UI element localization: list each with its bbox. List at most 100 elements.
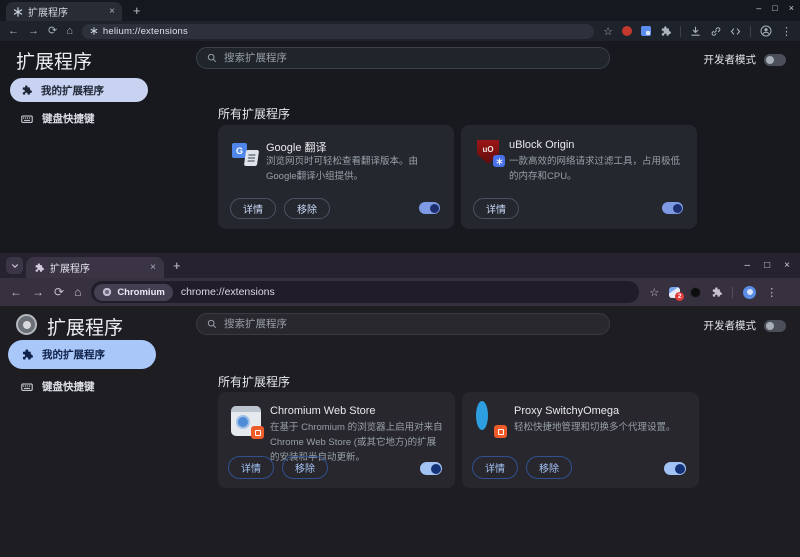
- minimize-button[interactable]: –: [756, 3, 761, 13]
- reload-icon[interactable]: ⟳: [48, 25, 57, 37]
- extensions-card-list: Chromium Web Store 在基于 Chromium 的浏览器上启用对…: [218, 392, 699, 488]
- developer-mode-label: 开发者模式: [703, 320, 757, 332]
- sidebar-item-label: 键盘快捷键: [42, 381, 95, 393]
- ublock-extension-icon[interactable]: [622, 26, 633, 36]
- menu-kebab-icon[interactable]: ⋮: [766, 286, 777, 299]
- maximize-button[interactable]: □: [772, 3, 777, 13]
- maximize-button[interactable]: □: [764, 260, 770, 271]
- sidebar-item-keyboard-shortcuts[interactable]: 键盘快捷键: [21, 379, 95, 394]
- sidebar-item-my-extensions[interactable]: 我的扩展程序: [10, 78, 148, 102]
- keyboard-icon: [21, 381, 33, 393]
- extension-description: 浏览网页时可轻松查看翻译版本。由Google翻译小组提供。: [266, 156, 419, 183]
- chromium-browser-window: 扩展程序 × + – □ × ← → ⟳ ⌂ Chromium chrome:/…: [0, 253, 800, 557]
- new-tab-button[interactable]: +: [133, 3, 141, 18]
- card-actions: 详情: [473, 198, 519, 219]
- puzzle-favicon-icon: [34, 262, 44, 273]
- toolbar-divider: [732, 286, 734, 298]
- remove-button[interactable]: 移除: [282, 456, 328, 479]
- sidebar-item-my-extensions[interactable]: 我的扩展程序: [8, 340, 156, 369]
- tab-title: 扩展程序: [28, 8, 68, 19]
- tab-search-chevron-icon[interactable]: [6, 257, 23, 274]
- extensions-search[interactable]: [196, 47, 610, 69]
- puzzle-icon: [21, 84, 32, 96]
- link-icon[interactable]: [710, 26, 721, 37]
- code-icon[interactable]: [730, 26, 741, 37]
- address-bar[interactable]: helium://extensions: [81, 23, 595, 39]
- extensions-puzzle-icon[interactable]: [711, 286, 723, 298]
- helium-tabstrip: 扩展程序 × + – □ ×: [0, 0, 800, 21]
- search-input[interactable]: [224, 52, 599, 64]
- new-tab-button[interactable]: +: [173, 258, 181, 273]
- chromium-site-chip[interactable]: Chromium: [94, 283, 173, 301]
- chromium-tabstrip: 扩展程序 × + – □ ×: [0, 253, 800, 278]
- download-icon[interactable]: [690, 26, 701, 37]
- minimize-button[interactable]: –: [745, 260, 751, 271]
- details-button[interactable]: 详情: [228, 456, 274, 479]
- tab-extensions[interactable]: 扩展程序 ×: [6, 2, 122, 21]
- extension-badge-count: 2: [675, 291, 685, 301]
- ublock-origin-icon: uO: [477, 140, 505, 167]
- home-icon[interactable]: ⌂: [66, 25, 73, 37]
- helium-favicon-icon: [13, 6, 23, 17]
- forward-icon[interactable]: →: [32, 286, 44, 298]
- section-title: 所有扩展程序: [218, 107, 291, 121]
- profile-icon[interactable]: [760, 25, 772, 37]
- puzzle-icon: [21, 348, 33, 361]
- search-icon: [207, 53, 217, 63]
- tab-close-icon[interactable]: ×: [109, 6, 115, 17]
- extensions-puzzle-icon[interactable]: [660, 25, 672, 37]
- update-badge-icon: [251, 426, 264, 439]
- reload-icon[interactable]: ⟳: [54, 286, 64, 298]
- screenshot-stage: 扩展程序 × + – □ × ← → ⟳ ⌂ helium://extensio…: [0, 0, 800, 557]
- remove-button[interactable]: 移除: [284, 198, 330, 219]
- sidebar-item-keyboard-shortcuts[interactable]: 键盘快捷键: [21, 111, 95, 126]
- developer-mode-toggle[interactable]: [764, 53, 786, 66]
- details-button[interactable]: 详情: [472, 456, 518, 479]
- window-controls: – □ ×: [756, 1, 794, 15]
- close-window-button[interactable]: ×: [784, 260, 790, 271]
- close-window-button[interactable]: ×: [789, 3, 794, 13]
- bookmark-star-icon[interactable]: ☆: [649, 286, 659, 299]
- extension-name: Proxy SwitchyOmega: [514, 405, 620, 417]
- remove-button[interactable]: 移除: [526, 456, 572, 479]
- home-icon[interactable]: ⌂: [74, 286, 81, 298]
- translate-extension-icon[interactable]: [641, 26, 652, 36]
- profile-avatar[interactable]: [743, 285, 757, 299]
- extension-card-proxy-switchyomega: Proxy SwitchyOmega 轻松快捷地管理和切换多个代理设置。 详情 …: [462, 392, 699, 488]
- extension-card-google-translate: G Google 翻译 浏览网页时可轻松查看翻译版本。由Google翻译小组提供…: [218, 125, 454, 229]
- extension-enabled-toggle[interactable]: [419, 202, 440, 214]
- update-badge-icon: [494, 425, 507, 438]
- bookmark-star-icon[interactable]: ☆: [603, 25, 613, 38]
- helium-site-icon: [90, 27, 98, 35]
- helium-extensions-page: 扩展程序 开发者模式 我的扩展程序 键: [0, 41, 800, 253]
- back-icon[interactable]: ←: [8, 25, 19, 37]
- extension-description: 一款高效的网络请求过滤工具，占用极低的内存和CPU。: [509, 156, 681, 183]
- url-text: helium://extensions: [102, 25, 188, 37]
- search-input[interactable]: [224, 318, 599, 330]
- extensions-search[interactable]: [196, 313, 610, 335]
- sidebar-item-label: 我的扩展程序: [42, 349, 105, 361]
- tab-extensions[interactable]: 扩展程序 ×: [26, 257, 164, 278]
- switchyomega-extension-icon[interactable]: 2: [669, 286, 685, 301]
- address-bar[interactable]: Chromium chrome://extensions: [91, 281, 640, 303]
- extension-name: Chromium Web Store: [270, 405, 376, 417]
- extension-enabled-toggle[interactable]: [420, 462, 442, 475]
- developer-mode-control: 开发者模式: [703, 318, 786, 333]
- extension-enabled-toggle[interactable]: [664, 462, 686, 475]
- page-title: 扩展程序: [47, 318, 124, 339]
- extension-enabled-toggle[interactable]: [662, 202, 683, 214]
- developer-mode-label: 开发者模式: [703, 54, 757, 66]
- toolbar-divider: [750, 25, 752, 37]
- details-button[interactable]: 详情: [473, 198, 519, 219]
- card-actions: 详情 移除: [472, 456, 572, 479]
- menu-kebab-icon[interactable]: ⋮: [781, 25, 792, 38]
- back-icon[interactable]: ←: [10, 286, 22, 298]
- details-button[interactable]: 详情: [230, 198, 276, 219]
- extensions-card-list: G Google 翻译 浏览网页时可轻松查看翻译版本。由Google翻译小组提供…: [218, 125, 697, 229]
- dark-extension-icon[interactable]: [690, 286, 702, 298]
- tab-close-icon[interactable]: ×: [150, 262, 156, 273]
- google-translate-icon: G: [232, 140, 260, 166]
- helium-browser-window: 扩展程序 × + – □ × ← → ⟳ ⌂ helium://extensio…: [0, 0, 800, 253]
- developer-mode-toggle[interactable]: [764, 319, 786, 332]
- forward-icon[interactable]: →: [28, 25, 39, 37]
